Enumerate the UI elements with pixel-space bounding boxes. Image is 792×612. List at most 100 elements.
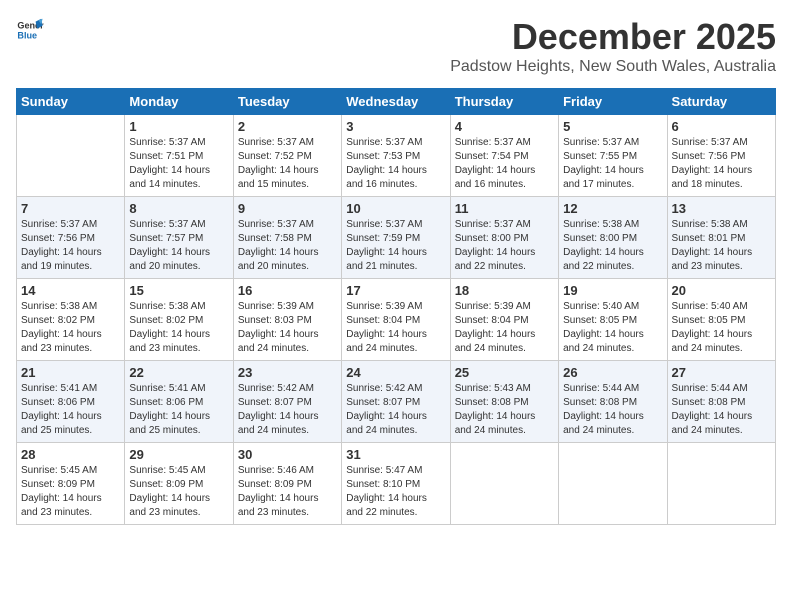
day-number: 12 [563,201,662,216]
day-number: 22 [129,365,228,380]
day-number: 21 [21,365,120,380]
week-row-2: 7Sunrise: 5:37 AMSunset: 7:56 PMDaylight… [17,197,776,279]
day-number: 15 [129,283,228,298]
header-day-sunday: Sunday [17,89,125,115]
header-row: SundayMondayTuesdayWednesdayThursdayFrid… [17,89,776,115]
day-number: 28 [21,447,120,462]
week-row-3: 14Sunrise: 5:38 AMSunset: 8:02 PMDayligh… [17,279,776,361]
day-info: Sunrise: 5:42 AMSunset: 8:07 PMDaylight:… [238,382,337,438]
day-info: Sunrise: 5:44 AMSunset: 8:08 PMDaylight:… [563,382,662,438]
day-number: 11 [455,201,554,216]
calendar-cell [17,115,125,197]
calendar-cell: 22 Sunrise: 5:41 AMSunset: 8:06 PMDayligh… [125,361,233,443]
day-number: 20 [672,283,771,298]
calendar-cell: 9 Sunrise: 5:37 AMSunset: 7:58 PMDaylight… [233,197,341,279]
day-number: 13 [672,201,771,216]
day-number: 9 [238,201,337,216]
calendar-cell [667,443,775,525]
day-number: 3 [346,119,445,134]
day-number: 16 [238,283,337,298]
day-info: Sunrise: 5:40 AMSunset: 8:05 PMDaylight:… [563,300,662,356]
logo-icon: General Blue [16,16,44,44]
title-block: December 2025 Padstow Heights, New South… [450,16,776,84]
day-info: Sunrise: 5:37 AMSunset: 7:58 PMDaylight:… [238,218,337,274]
day-info: Sunrise: 5:38 AMSunset: 8:02 PMDaylight:… [21,300,120,356]
day-info: Sunrise: 5:42 AMSunset: 8:07 PMDaylight:… [346,382,445,438]
calendar-cell: 23 Sunrise: 5:42 AMSunset: 8:07 PMDayligh… [233,361,341,443]
day-number: 31 [346,447,445,462]
day-info: Sunrise: 5:39 AMSunset: 8:03 PMDaylight:… [238,300,337,356]
calendar-cell: 4Sunrise: 5:37 AMSunset: 7:54 PMDaylight… [450,115,558,197]
day-info: Sunrise: 5:37 AMSunset: 7:57 PMDaylight:… [129,218,228,274]
header-day-friday: Friday [559,89,667,115]
calendar-cell: 7Sunrise: 5:37 AMSunset: 7:56 PMDaylight… [17,197,125,279]
day-info: Sunrise: 5:37 AMSunset: 7:59 PMDaylight:… [346,218,445,274]
week-row-4: 21 Sunrise: 5:41 AMSunset: 8:06 PMDayligh… [17,361,776,443]
calendar-cell [450,443,558,525]
day-info: Sunrise: 5:37 AMSunset: 7:51 PMDaylight:… [129,136,228,192]
calendar-cell: 5 Sunrise: 5:37 AMSunset: 7:55 PMDaylight… [559,115,667,197]
day-number: 29 [129,447,228,462]
day-number: 19 [563,283,662,298]
calendar-cell: 27 Sunrise: 5:44 AMSunset: 8:08 PMDayligh… [667,361,775,443]
calendar-cell: 31 Sunrise: 5:47 AMSunset: 8:10 PMDayligh… [342,443,450,525]
day-number: 27 [672,365,771,380]
day-info: Sunrise: 5:37 AMSunset: 7:55 PMDaylight:… [563,136,662,192]
calendar-cell: 11 Sunrise: 5:37 AMSunset: 8:00 PMDayligh… [450,197,558,279]
calendar-cell: 1 Sunrise: 5:37 AMSunset: 7:51 PMDaylight… [125,115,233,197]
day-number: 18 [455,283,554,298]
calendar-cell: 15Sunrise: 5:38 AMSunset: 8:02 PMDayligh… [125,279,233,361]
day-info: Sunrise: 5:38 AMSunset: 8:00 PMDaylight:… [563,218,662,274]
calendar-cell: 26 Sunrise: 5:44 AMSunset: 8:08 PMDayligh… [559,361,667,443]
calendar-cell: 20Sunrise: 5:40 AMSunset: 8:05 PMDayligh… [667,279,775,361]
calendar-cell: 13 Sunrise: 5:38 AMSunset: 8:01 PMDayligh… [667,197,775,279]
day-info: Sunrise: 5:37 AMSunset: 7:53 PMDaylight:… [346,136,445,192]
calendar-cell: 2 Sunrise: 5:37 AMSunset: 7:52 PMDaylight… [233,115,341,197]
day-info: Sunrise: 5:45 AMSunset: 8:09 PMDaylight:… [21,464,120,520]
day-info: Sunrise: 5:37 AMSunset: 7:56 PMDaylight:… [21,218,120,274]
calendar-cell: 10Sunrise: 5:37 AMSunset: 7:59 PMDayligh… [342,197,450,279]
header-day-wednesday: Wednesday [342,89,450,115]
calendar-cell [559,443,667,525]
calendar-cell: 8 Sunrise: 5:37 AMSunset: 7:57 PMDaylight… [125,197,233,279]
day-info: Sunrise: 5:37 AMSunset: 7:56 PMDaylight:… [672,136,771,192]
header-day-tuesday: Tuesday [233,89,341,115]
day-info: Sunrise: 5:37 AMSunset: 8:00 PMDaylight:… [455,218,554,274]
calendar-cell: 25Sunrise: 5:43 AMSunset: 8:08 PMDayligh… [450,361,558,443]
page-header: General Blue December 2025 Padstow Heigh… [16,16,776,84]
calendar-table: SundayMondayTuesdayWednesdayThursdayFrid… [16,88,776,525]
day-info: Sunrise: 5:44 AMSunset: 8:08 PMDaylight:… [672,382,771,438]
day-number: 5 [563,119,662,134]
day-info: Sunrise: 5:41 AMSunset: 8:06 PMDaylight:… [129,382,228,438]
day-info: Sunrise: 5:39 AMSunset: 8:04 PMDaylight:… [455,300,554,356]
calendar-cell: 30Sunrise: 5:46 AMSunset: 8:09 PMDayligh… [233,443,341,525]
day-info: Sunrise: 5:45 AMSunset: 8:09 PMDaylight:… [129,464,228,520]
day-number: 2 [238,119,337,134]
calendar-cell: 17 Sunrise: 5:39 AMSunset: 8:04 PMDayligh… [342,279,450,361]
svg-text:Blue: Blue [17,30,37,40]
day-number: 1 [129,119,228,134]
day-info: Sunrise: 5:39 AMSunset: 8:04 PMDaylight:… [346,300,445,356]
day-info: Sunrise: 5:37 AMSunset: 7:54 PMDaylight:… [455,136,554,192]
day-info: Sunrise: 5:37 AMSunset: 7:52 PMDaylight:… [238,136,337,192]
day-info: Sunrise: 5:47 AMSunset: 8:10 PMDaylight:… [346,464,445,520]
day-number: 23 [238,365,337,380]
calendar-cell: 29 Sunrise: 5:45 AMSunset: 8:09 PMDayligh… [125,443,233,525]
calendar-cell: 14Sunrise: 5:38 AMSunset: 8:02 PMDayligh… [17,279,125,361]
calendar-cell: 6 Sunrise: 5:37 AMSunset: 7:56 PMDaylight… [667,115,775,197]
week-row-1: 1 Sunrise: 5:37 AMSunset: 7:51 PMDaylight… [17,115,776,197]
day-number: 8 [129,201,228,216]
header-day-monday: Monday [125,89,233,115]
day-number: 17 [346,283,445,298]
day-number: 26 [563,365,662,380]
day-info: Sunrise: 5:43 AMSunset: 8:08 PMDaylight:… [455,382,554,438]
day-info: Sunrise: 5:38 AMSunset: 8:01 PMDaylight:… [672,218,771,274]
day-info: Sunrise: 5:41 AMSunset: 8:06 PMDaylight:… [21,382,120,438]
day-number: 6 [672,119,771,134]
calendar-cell: 21 Sunrise: 5:41 AMSunset: 8:06 PMDayligh… [17,361,125,443]
calendar-cell: 28 Sunrise: 5:45 AMSunset: 8:09 PMDayligh… [17,443,125,525]
day-number: 24 [346,365,445,380]
day-number: 30 [238,447,337,462]
calendar-title: December 2025 [450,16,776,58]
header-day-saturday: Saturday [667,89,775,115]
